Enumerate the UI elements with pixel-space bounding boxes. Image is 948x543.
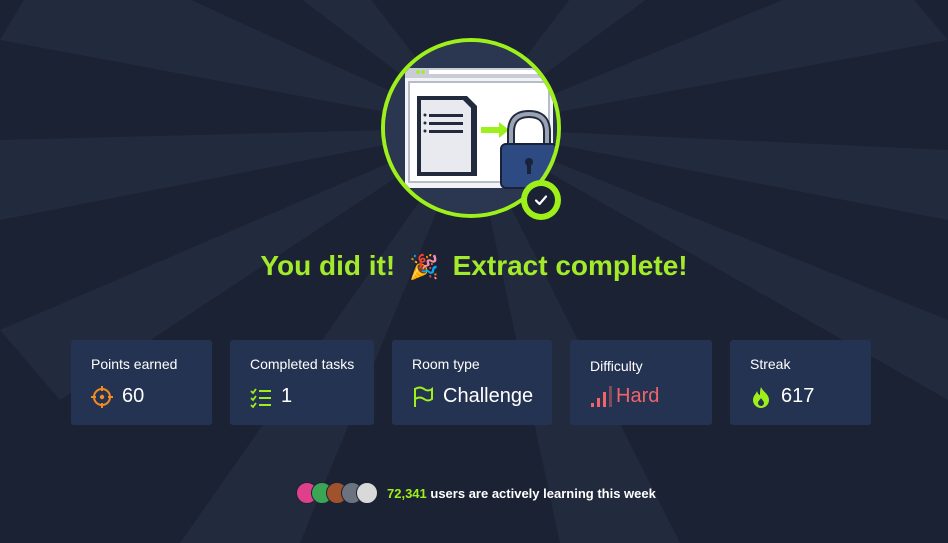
stat-value: 1: [281, 385, 293, 407]
stat-label: Points earned: [91, 356, 178, 372]
headline-text-1: You did it!: [260, 250, 396, 281]
room-badge: [381, 38, 561, 220]
check-icon: [534, 195, 548, 206]
avatar: [356, 482, 378, 504]
active-user-count: 72,341: [387, 485, 427, 501]
stat-label: Room type: [412, 356, 480, 372]
checklist-icon: [250, 386, 272, 408]
stat-value: Hard: [616, 385, 660, 407]
stat-card-points: Points earned 60: [71, 340, 212, 425]
active-user-text: users are actively learning this week: [430, 485, 656, 501]
stat-label: Streak: [750, 356, 791, 372]
stats-row: Points earned 60 Completed tasks 1 Room …: [71, 340, 871, 425]
stat-card-streak: Streak 617: [730, 340, 871, 425]
headline-text-2: Extract complete!: [452, 250, 688, 281]
party-popper-icon: 🎉: [408, 254, 439, 281]
stat-card-tasks: Completed tasks 1: [230, 340, 374, 425]
stat-card-difficulty: Difficulty Hard: [570, 340, 712, 425]
stat-label: Difficulty: [590, 358, 643, 374]
flame-icon: [750, 386, 772, 408]
crosshair-icon: [91, 385, 113, 408]
stat-value: 617: [781, 385, 815, 407]
stat-value: Challenge: [443, 385, 534, 407]
stat-value: 60: [122, 385, 145, 407]
completed-check-badge: [521, 180, 561, 220]
completion-headline: You did it! 🎉 Extract complete!: [0, 250, 948, 282]
stat-card-room-type: Room type Challenge: [392, 340, 552, 425]
avatar-stack: [296, 482, 378, 504]
signal-bars-icon: [590, 385, 612, 408]
flag-icon: [412, 386, 434, 408]
stat-label: Completed tasks: [250, 356, 355, 372]
active-users-footer: 72,341 users are actively learning this …: [296, 481, 656, 505]
